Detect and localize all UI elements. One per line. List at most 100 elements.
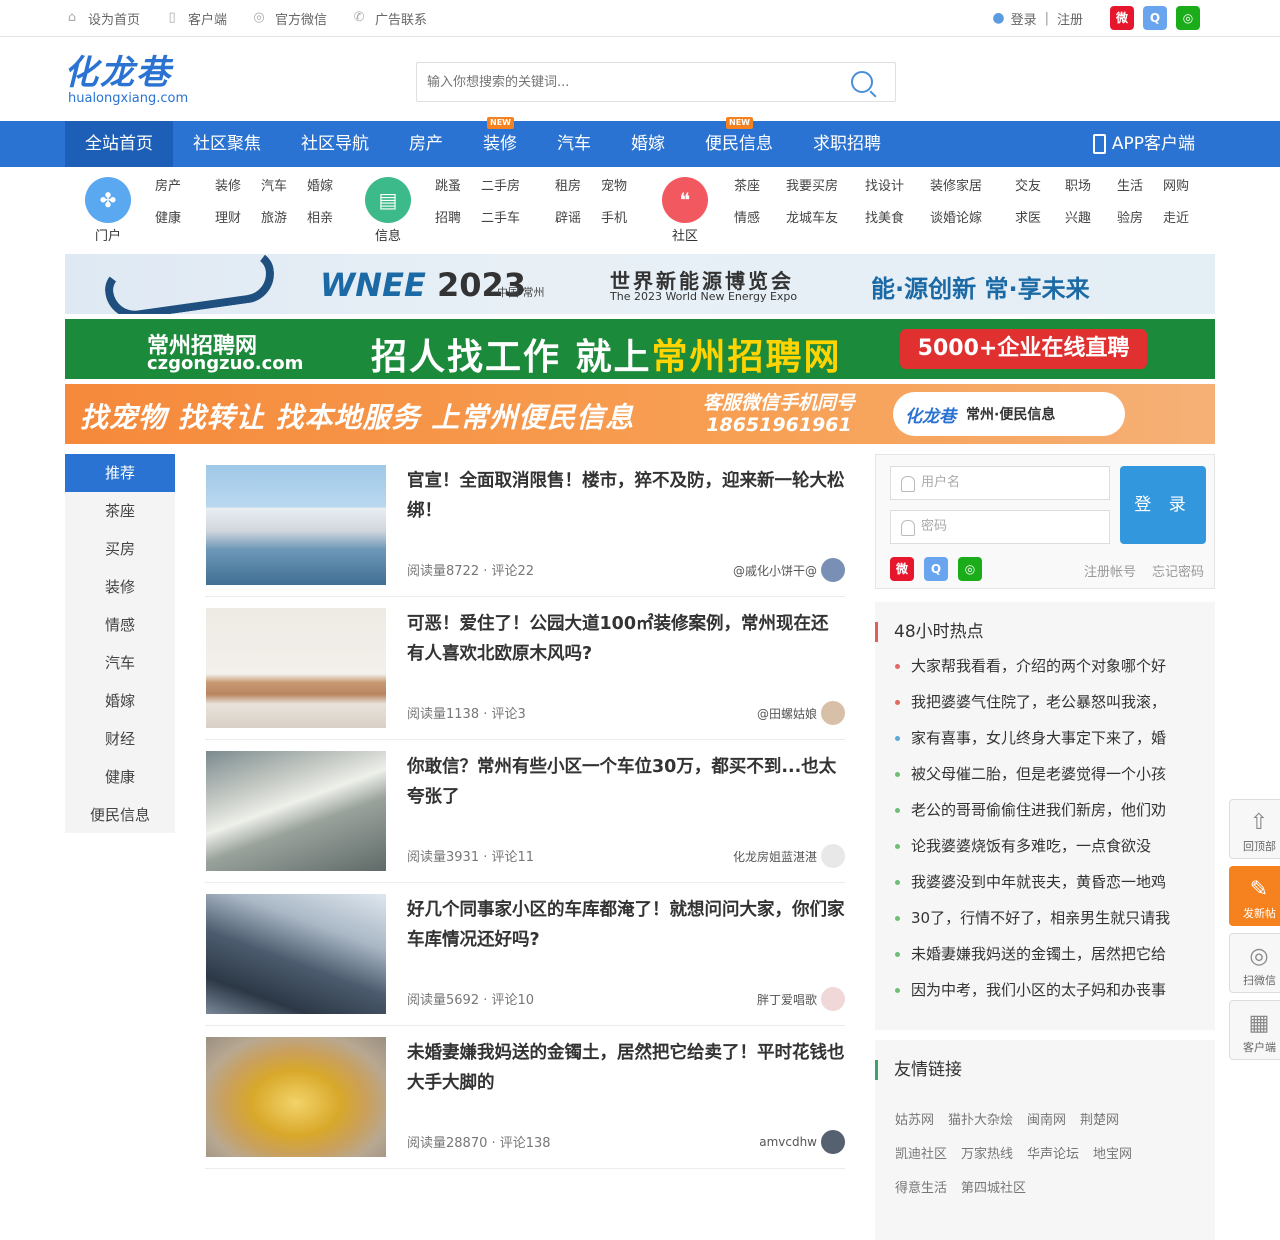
nav-item-3[interactable]: 房产: [389, 121, 463, 167]
hot-topic-item[interactable]: 大家帮我看看，介绍的两个对象哪个好: [893, 648, 1193, 684]
article-author[interactable]: amvcdhw: [759, 1130, 845, 1154]
channel-tab[interactable]: 便民信息: [65, 796, 175, 834]
category-link[interactable]: 求医: [1015, 209, 1065, 229]
article-item[interactable]: 好几个同事家小区的车库都淹了！就想问问大家，你们家车库情况还好吗? 阅读量5692…: [205, 883, 845, 1026]
category-link[interactable]: 租房: [555, 177, 601, 197]
channel-tab[interactable]: 婚嫁: [65, 682, 175, 720]
category-link[interactable]: 跳蚤: [435, 177, 481, 197]
article-title[interactable]: 可恶！爱住了！公园大道100㎡装修案例，常州现在还有人喜欢北欧原木风吗?: [407, 609, 845, 669]
category-link[interactable]: 宠物: [601, 177, 641, 197]
channel-tab[interactable]: 健康: [65, 758, 175, 796]
article-title[interactable]: 未婚妻嫌我妈送的金镯土，居然把它给卖了！平时花钱也大手大脚的: [407, 1038, 845, 1098]
hot-topic-item[interactable]: 因为中考，我们小区的太子妈和办丧事: [893, 972, 1193, 1008]
search-icon[interactable]: [851, 71, 873, 93]
article-thumbnail[interactable]: [206, 751, 386, 871]
login-button[interactable]: 登 录: [1120, 466, 1206, 544]
scan-wechat-button[interactable]: ◎ 扫微信: [1229, 933, 1280, 993]
grid-icon[interactable]: ✤: [85, 177, 131, 223]
article-item[interactable]: 未婚妻嫌我妈送的金镯土，居然把它给卖了！平时花钱也大手大脚的 阅读量28870 ·…: [205, 1026, 845, 1169]
wechat-link[interactable]: ◎ 官方微信: [251, 9, 327, 28]
channel-tab[interactable]: 茶座: [65, 492, 175, 530]
login-link[interactable]: 登录: [1011, 9, 1037, 28]
site-logo[interactable]: 化龙巷 hualongxiang.com: [64, 55, 188, 107]
article-title[interactable]: 你敢信？常州有些小区一个车位30万，都买不到...也太夸张了: [407, 752, 845, 812]
category-link[interactable]: 相亲: [307, 209, 347, 229]
nav-item-1[interactable]: 社区聚焦: [173, 121, 281, 167]
category-link[interactable]: 找设计: [865, 177, 930, 197]
category-link[interactable]: 谈婚论嫁: [930, 209, 1015, 229]
password-field[interactable]: 密码: [890, 510, 1110, 544]
article-author[interactable]: @田螺姑娘: [757, 701, 845, 725]
nav-item-6[interactable]: 婚嫁: [611, 121, 685, 167]
hot-topic-item[interactable]: 我把婆婆气住院了，老公暴怒叫我滚，: [893, 684, 1193, 720]
category-link[interactable]: 情感: [734, 209, 786, 229]
category-link[interactable]: 交友: [1015, 177, 1065, 197]
weibo-login-icon[interactable]: 微: [890, 557, 914, 581]
category-link[interactable]: 职场: [1065, 177, 1117, 197]
category-link[interactable]: 理财: [215, 209, 261, 229]
channel-tab[interactable]: 情感: [65, 606, 175, 644]
client-link[interactable]: ▯ 客户端: [164, 9, 227, 28]
set-homepage-link[interactable]: ⌂ 设为首页: [64, 9, 140, 28]
expo-banner[interactable]: WNEE 2023 中国·常州 世界新能源博览会 The 2023 World …: [65, 254, 1215, 314]
channel-tab[interactable]: 买房: [65, 530, 175, 568]
article-thumbnail[interactable]: [206, 894, 386, 1014]
article-thumbnail[interactable]: [206, 608, 386, 728]
category-link[interactable]: 找美食: [865, 209, 930, 229]
friend-link[interactable]: 得意生活: [895, 1172, 947, 1206]
qq-icon[interactable]: Q: [1143, 6, 1167, 30]
recruit-banner[interactable]: 常州招聘网 czgongzuo.com 招人找工作 就上常州招聘网 5000+企…: [65, 319, 1215, 379]
article-item[interactable]: 可恶！爱住了！公园大道100㎡装修案例，常州现在还有人喜欢北欧原木风吗? 阅读量1…: [205, 597, 845, 740]
nav-item-4[interactable]: 装修 NEW: [463, 117, 537, 167]
friend-link[interactable]: 闽南网: [1027, 1104, 1066, 1138]
article-author[interactable]: 胖丁爱唱歌: [757, 987, 845, 1011]
category-link[interactable]: 网购: [1163, 177, 1203, 197]
category-link[interactable]: 招聘: [435, 209, 481, 229]
article-title[interactable]: 好几个同事家小区的车库都淹了！就想问问大家，你们家车库情况还好吗?: [407, 895, 845, 955]
new-post-button[interactable]: ✎ 发新帖: [1229, 866, 1280, 926]
category-group-name[interactable]: 社区: [642, 225, 728, 244]
back-to-top-button[interactable]: ⇧ 回顶部: [1229, 799, 1280, 859]
username-field[interactable]: 用户名: [890, 466, 1110, 500]
hot-topic-item[interactable]: 30了，行情不好了，相亲男生就只请我: [893, 900, 1193, 936]
hot-topic-item[interactable]: 论我婆婆烧饭有多难吃，一点食欲没: [893, 828, 1193, 864]
category-group-name[interactable]: 信息: [345, 225, 431, 244]
hot-topic-item[interactable]: 家有喜事，女儿终身大事定下来了，婚: [893, 720, 1193, 756]
nav-item-0[interactable]: 全站首页: [65, 121, 173, 167]
category-link[interactable]: 装修: [215, 177, 261, 197]
category-link[interactable]: 验房: [1117, 209, 1163, 229]
friend-link[interactable]: 荆楚网: [1080, 1104, 1119, 1138]
channel-tab[interactable]: 汽车: [65, 644, 175, 682]
category-link[interactable]: 辟谣: [555, 209, 601, 229]
channel-tab[interactable]: 财经: [65, 720, 175, 758]
chat-icon[interactable]: ❝: [662, 177, 708, 223]
category-link[interactable]: 兴趣: [1065, 209, 1117, 229]
article-item[interactable]: 你敢信？常州有些小区一个车位30万，都买不到...也太夸张了 阅读量3931 · …: [205, 740, 845, 883]
message-icon[interactable]: ▤: [365, 177, 411, 223]
forgot-password-link[interactable]: 忘记密码: [1152, 565, 1204, 580]
category-link[interactable]: 房产: [155, 177, 215, 197]
category-link[interactable]: 旅游: [261, 209, 307, 229]
category-link[interactable]: 装修家居: [930, 177, 1015, 197]
search-input[interactable]: [417, 63, 837, 101]
article-author[interactable]: @戚化小饼干@: [733, 558, 845, 582]
hot-topic-item[interactable]: 未婚妻嫌我妈送的金镯土，居然把它给: [893, 936, 1193, 972]
register-link[interactable]: 注册: [1057, 9, 1083, 28]
hot-topic-item[interactable]: 被父母催二胎，但是老婆觉得一个小孩: [893, 756, 1193, 792]
nav-item-5[interactable]: 汽车: [537, 121, 611, 167]
weibo-icon[interactable]: 微: [1110, 6, 1134, 30]
friend-link[interactable]: 猫扑大杂烩: [948, 1104, 1013, 1138]
register-account-link[interactable]: 注册帐号: [1084, 565, 1136, 580]
nav-item-7[interactable]: 便民信息 NEW: [685, 117, 793, 167]
channel-tab[interactable]: 推荐: [65, 454, 175, 492]
channel-tab[interactable]: 装修: [65, 568, 175, 606]
article-author[interactable]: 化龙房姐蓝湛湛: [733, 844, 845, 868]
client-qrcode-button[interactable]: ▦ 客户端: [1229, 1000, 1280, 1060]
wechat-login-icon[interactable]: ◎: [958, 557, 982, 581]
category-link[interactable]: 二手车: [481, 209, 555, 229]
category-link[interactable]: 茶座: [734, 177, 786, 197]
nav-item-2[interactable]: 社区导航: [281, 121, 389, 167]
category-link[interactable]: 二手房: [481, 177, 555, 197]
category-link[interactable]: 婚嫁: [307, 177, 347, 197]
qq-login-icon[interactable]: Q: [924, 557, 948, 581]
